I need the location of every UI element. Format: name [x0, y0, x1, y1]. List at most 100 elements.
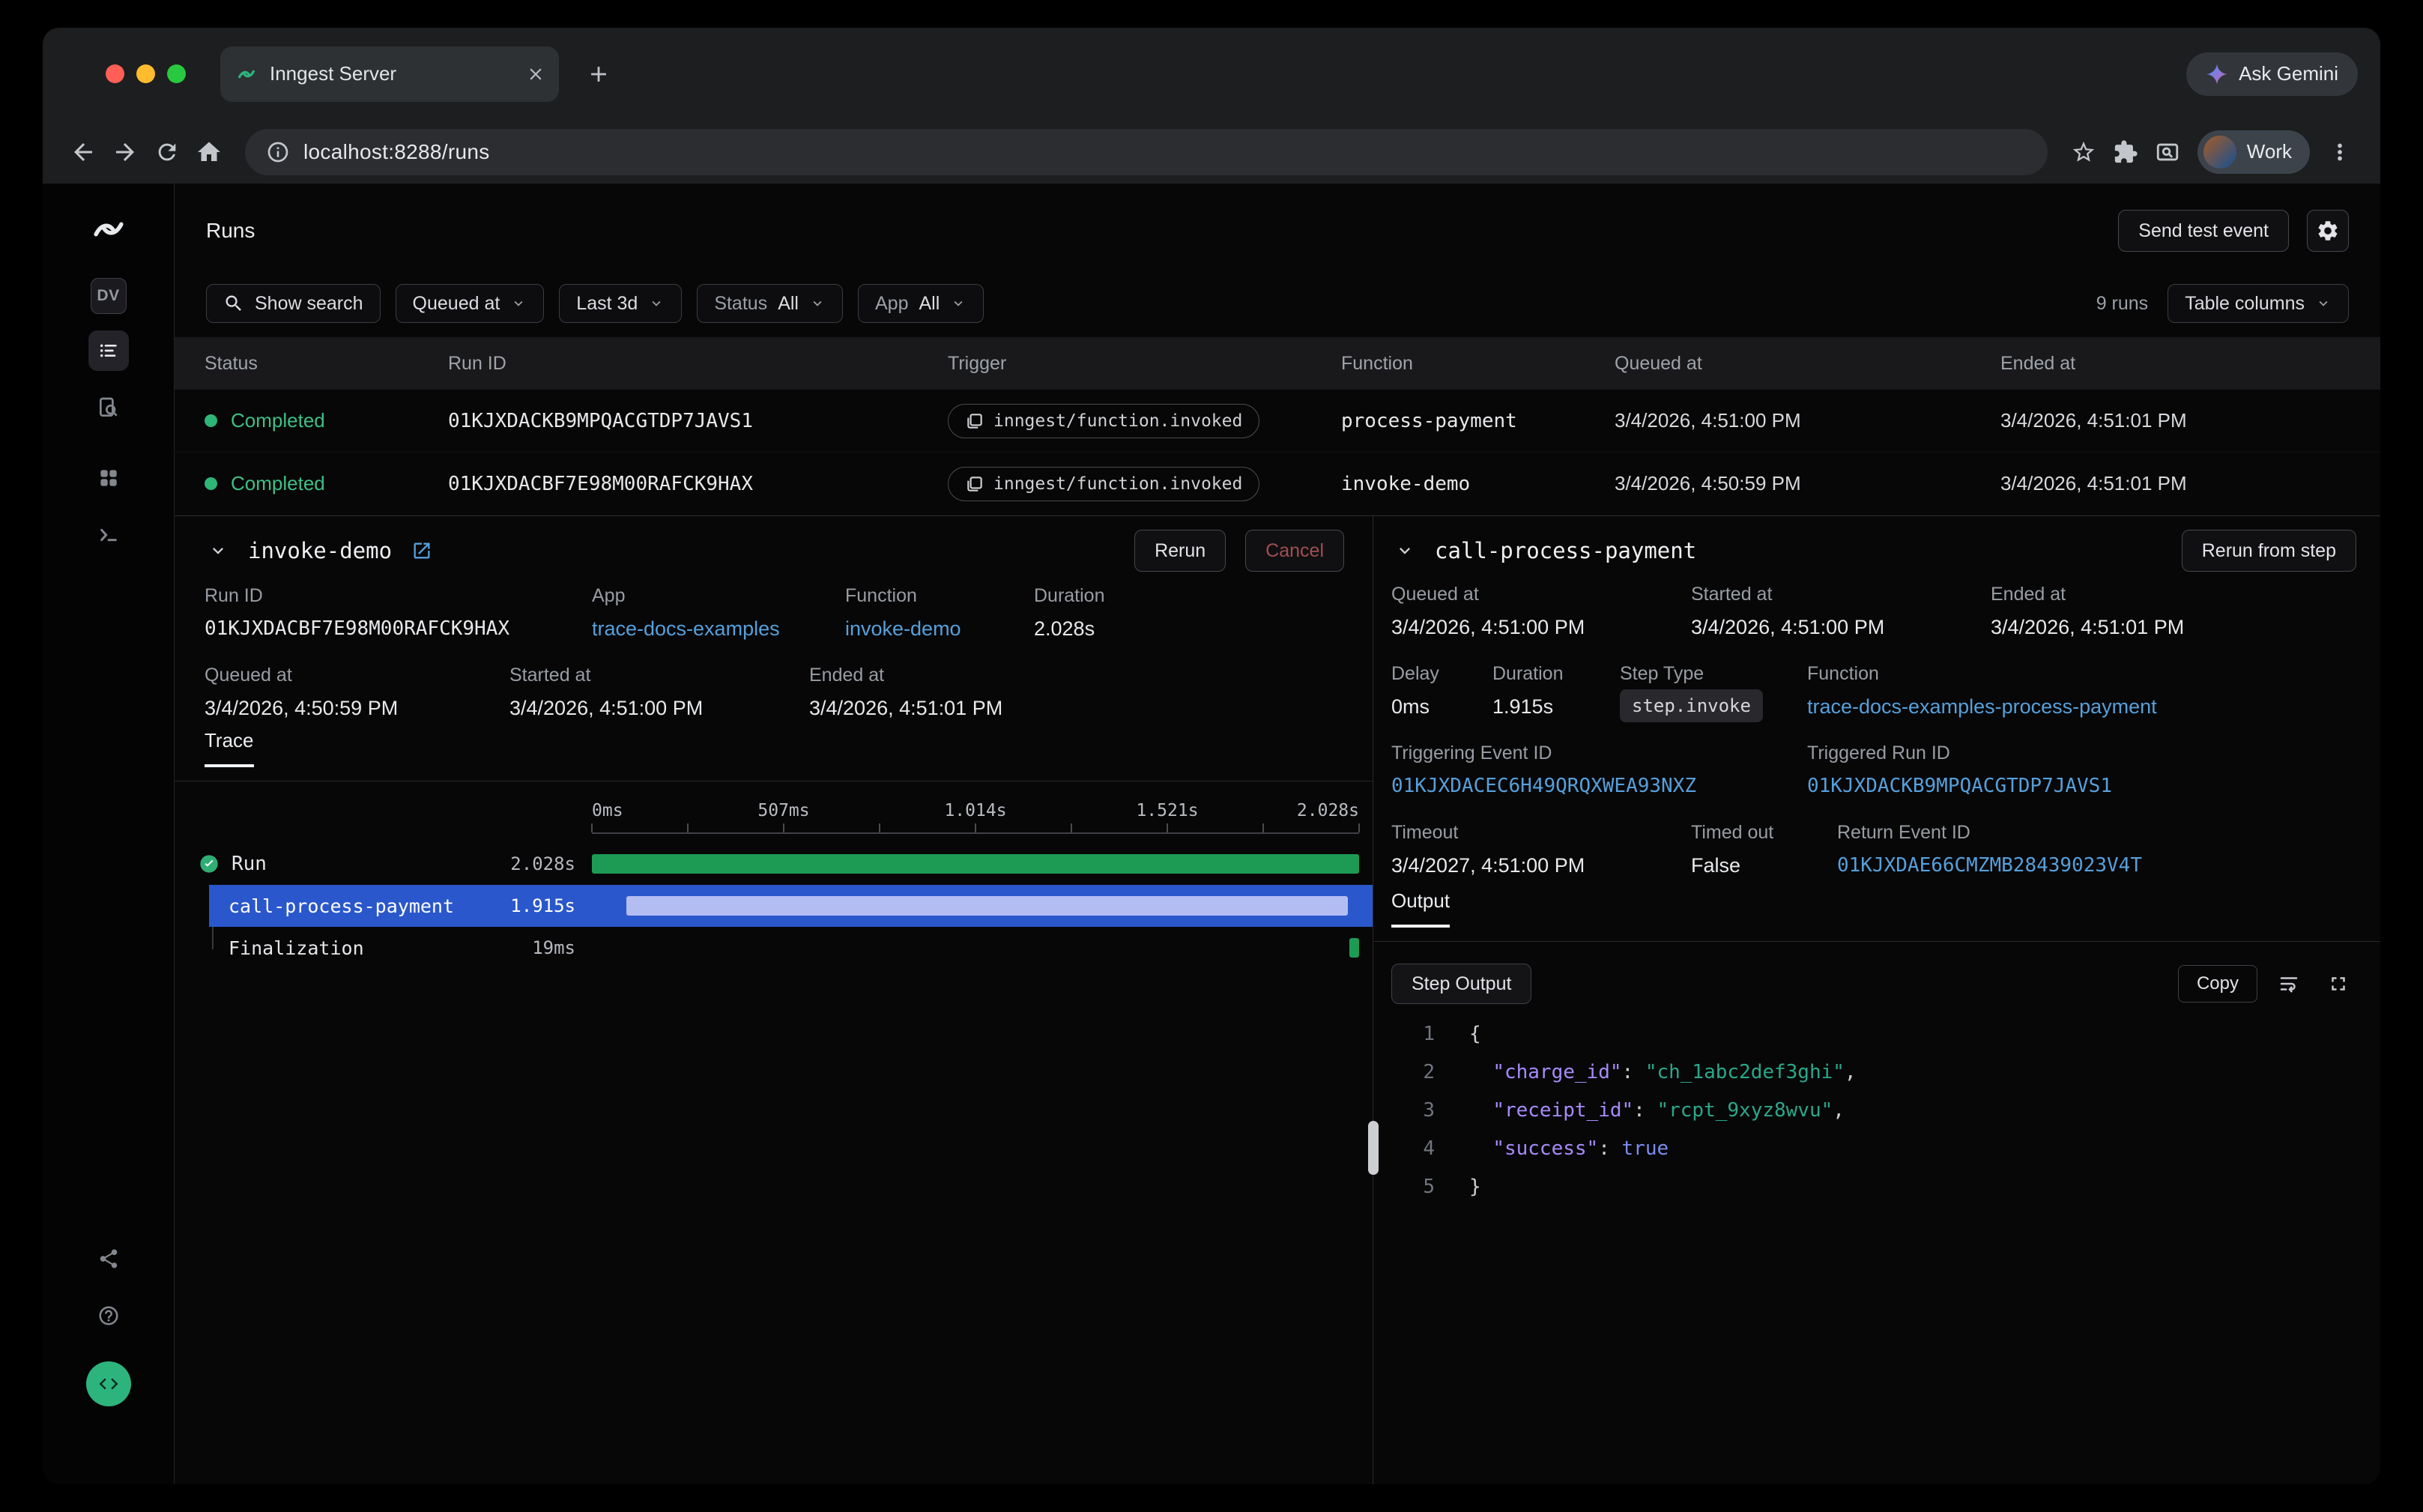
rerun-from-step-button[interactable]: Rerun from step	[2182, 530, 2356, 572]
profile-label: Work	[2247, 140, 2292, 163]
reload-button[interactable]	[146, 131, 188, 173]
tab-trace[interactable]: Trace	[205, 729, 254, 767]
queued-at-filter[interactable]: Queued at	[396, 284, 545, 323]
chevron-down-icon	[2315, 295, 2332, 312]
home-button[interactable]	[188, 131, 230, 173]
help-icon[interactable]	[88, 1295, 129, 1336]
function-name: invoke-demo	[1341, 473, 1615, 495]
collapse-run-chevron-icon[interactable]	[205, 537, 232, 564]
sidebar-item-search[interactable]	[88, 387, 129, 428]
trace-row-run[interactable]: Run 2.028s	[175, 843, 1373, 885]
step-output-button[interactable]: Step Output	[1391, 964, 1531, 1004]
site-info-icon[interactable]	[266, 140, 290, 164]
bookmark-star-icon[interactable]	[2063, 131, 2105, 173]
browser-menu-icon[interactable]	[2319, 131, 2361, 173]
span-bar	[592, 854, 1359, 874]
extensions-icon[interactable]	[2105, 131, 2147, 173]
delay-value: 0ms	[1391, 695, 1492, 719]
status-filter[interactable]: Status All	[697, 284, 843, 323]
meta-label: Triggered Run ID	[1807, 743, 2365, 764]
search-in-browser-icon[interactable]	[2147, 131, 2188, 173]
time-range-filter[interactable]: Last 3d	[559, 284, 682, 323]
trace-row-call-process-payment[interactable]: call-process-payment 1.915s	[175, 885, 1373, 927]
app-filter[interactable]: App All	[858, 284, 984, 323]
settings-gear-icon[interactable]	[2307, 210, 2349, 252]
url-bar[interactable]: localhost:8288/runs	[245, 129, 2048, 175]
external-link-icon[interactable]	[408, 537, 435, 564]
meta-label: Ended at	[1991, 584, 2365, 605]
span-name: call-process-payment	[229, 895, 454, 917]
copy-button[interactable]: Copy	[2178, 965, 2257, 1003]
check-circle-icon	[199, 853, 220, 874]
timeline-tick-label: 1.014s	[944, 801, 1006, 820]
share-icon[interactable]	[88, 1239, 129, 1279]
close-tab-icon[interactable]	[526, 64, 545, 84]
meta-label: Step Type	[1620, 663, 1807, 685]
column-header: Ended at	[2000, 353, 2380, 375]
ask-gemini-label: Ask Gemini	[2239, 62, 2338, 85]
triggering-event-link[interactable]: 01KJXDACEC6H49QRQXWEA93NXZ	[1391, 775, 1807, 797]
rerun-button[interactable]: Rerun	[1134, 530, 1226, 572]
timeline-tick-label: 2.028s	[1297, 801, 1359, 820]
meta-label: Function	[845, 585, 1034, 607]
sidebar-item-runs[interactable]	[88, 330, 129, 371]
step-queued-value: 3/4/2026, 4:51:00 PM	[1391, 616, 1691, 639]
send-test-event-button[interactable]: Send test event	[2118, 210, 2289, 252]
timeline-header: 0ms 507ms 1.014s 1.521s 2.028s	[175, 787, 1373, 834]
gemini-sparkle-icon	[2206, 63, 2228, 85]
back-button[interactable]	[62, 131, 104, 173]
timeout-value: 3/4/2027, 4:51:00 PM	[1391, 854, 1691, 877]
show-search-button[interactable]: Show search	[206, 284, 381, 323]
triggered-run-link[interactable]: 01KJXDACKB9MPQACGTDP7JAVS1	[1807, 775, 2365, 797]
wrap-text-icon[interactable]	[2271, 966, 2307, 1002]
table-columns-button[interactable]: Table columns	[2168, 284, 2349, 323]
zoom-window-button[interactable]	[167, 64, 186, 83]
step-title: call-process-payment	[1435, 538, 1696, 563]
function-link[interactable]: invoke-demo	[845, 617, 1034, 641]
output-toolbar: Step Output Copy	[1391, 960, 2356, 1008]
minimize-window-button[interactable]	[136, 64, 155, 83]
profile-button[interactable]: Work	[2197, 130, 2310, 174]
forward-button[interactable]	[104, 131, 146, 173]
queued-at: 3/4/2026, 4:50:59 PM	[1615, 472, 2000, 495]
new-tab-button[interactable]	[578, 54, 619, 94]
chevron-down-icon	[809, 295, 826, 312]
return-event-link[interactable]: 01KJXDAE66CMZMB28439023V4T	[1837, 854, 2365, 877]
run-detail-split: invoke-demo Rerun Cancel Run ID01KJXDACB…	[175, 515, 2380, 1484]
span-duration: 19ms	[532, 937, 575, 958]
close-window-button[interactable]	[106, 64, 124, 83]
meta-label: Started at	[509, 665, 809, 686]
table-row[interactable]: Completed 01KJXDACBF7E98M00RAFCK9HAX inn…	[175, 453, 2380, 515]
collapse-step-chevron-icon[interactable]	[1391, 537, 1418, 564]
status-dot	[205, 477, 217, 490]
meta-label: Triggering Event ID	[1391, 743, 1807, 764]
sidebar-item-functions[interactable]	[88, 515, 129, 555]
trace-waterfall: Run 2.028s call-process-payment 1.915s	[175, 843, 1373, 969]
page-title: Runs	[206, 219, 255, 243]
span-bar	[1349, 938, 1359, 958]
step-function-link[interactable]: trace-docs-examples-process-payment	[1807, 695, 2365, 719]
meta-label: Duration	[1034, 585, 1358, 607]
tab-title: Inngest Server	[270, 62, 514, 85]
trigger-badge[interactable]: inngest/function.invoked	[948, 404, 1259, 438]
meta-label: Delay	[1391, 663, 1492, 685]
panel-resize-handle[interactable]	[1368, 1121, 1379, 1175]
filter-bar: Show search Queued at Last 3d Status All…	[175, 282, 2380, 324]
tab-output[interactable]: Output	[1391, 889, 1450, 928]
expand-icon[interactable]	[2320, 966, 2356, 1002]
traffic-lights	[106, 64, 186, 83]
step-duration-value: 1.915s	[1492, 695, 1620, 719]
run-id: 01KJXDACKB9MPQACGTDP7JAVS1	[448, 410, 948, 432]
timeline-ticks: 0ms 507ms 1.014s 1.521s 2.028s	[592, 787, 1359, 834]
sidebar-item-apps[interactable]	[88, 458, 129, 498]
workspace-badge[interactable]: DV	[91, 278, 127, 314]
trigger-badge[interactable]: inngest/function.invoked	[948, 467, 1259, 501]
browser-tab[interactable]: Inngest Server	[220, 46, 559, 102]
meta-label: App	[592, 585, 845, 607]
table-row[interactable]: Completed 01KJXDACKB9MPQACGTDP7JAVS1 inn…	[175, 390, 2380, 453]
cancel-button[interactable]: Cancel	[1245, 530, 1344, 572]
trace-row-finalization[interactable]: Finalization 19ms	[175, 927, 1373, 969]
ask-gemini-button[interactable]: Ask Gemini	[2186, 52, 2358, 96]
app-link[interactable]: trace-docs-examples	[592, 617, 845, 641]
dev-tools-button[interactable]	[86, 1361, 131, 1406]
